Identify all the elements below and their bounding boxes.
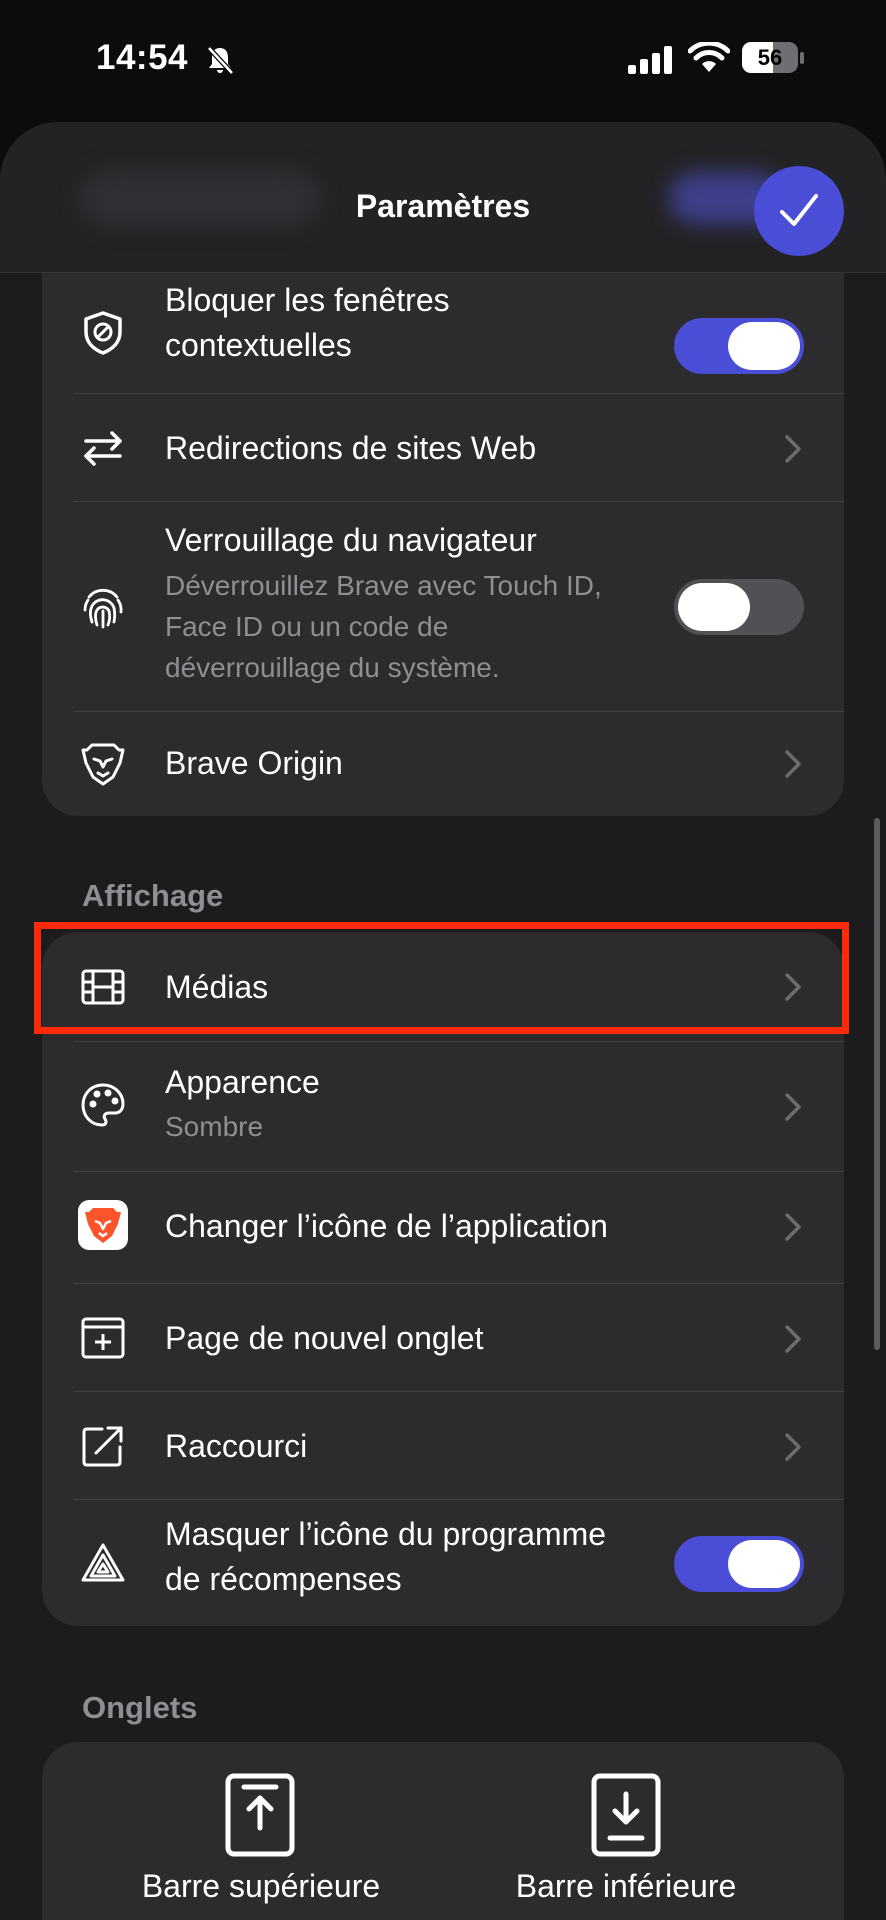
- bell-slash-icon: [207, 46, 234, 75]
- row-description-line2: Face ID ou un code de: [165, 611, 449, 642]
- row-label: Verrouillage du navigateur: [165, 522, 537, 558]
- chevron-right-icon: [785, 1093, 801, 1121]
- battery-level: 56: [757, 45, 783, 70]
- section-header-display: Affichage: [82, 878, 224, 913]
- brave-app-icon: [78, 1200, 128, 1250]
- page-title: Paramètres: [355, 188, 531, 224]
- row-media[interactable]: Médias: [42, 932, 844, 1042]
- row-label: Médias: [165, 969, 269, 1005]
- row-label: Page de nouvel onglet: [165, 1320, 484, 1356]
- option-top-bar-label: Barre supérieure: [141, 1868, 381, 1904]
- done-button[interactable]: [754, 166, 844, 256]
- wifi-icon: [688, 42, 730, 72]
- settings-screen: 14:54 56 Paramètres Bloquer les fenêtres…: [0, 0, 886, 1920]
- film-icon: [80, 964, 126, 1010]
- settings-sheet: Paramètres Bloquer les fenêtres contextu…: [0, 122, 886, 1920]
- brave-lion-icon: [80, 741, 126, 787]
- section-header-tabs: Onglets: [82, 1690, 198, 1725]
- fingerprint-icon: [80, 584, 126, 630]
- arrows-left-right-icon: [80, 425, 126, 471]
- chevron-right-icon: [785, 1433, 801, 1461]
- row-website-redirects[interactable]: Redirections de sites Web: [42, 394, 844, 502]
- option-bottom-bar-label: Barre inférieure: [515, 1868, 737, 1904]
- scroll-indicator[interactable]: [874, 818, 880, 1350]
- bottom-bar-icon: [591, 1773, 661, 1857]
- chevron-right-icon: [785, 1213, 801, 1241]
- battery-icon: 56: [742, 42, 806, 75]
- palette-icon: [80, 1082, 126, 1128]
- row-browser-lock[interactable]: Verrouillage du navigateur Déverrouillez…: [42, 502, 844, 712]
- rewards-triangle-icon: [80, 1540, 126, 1586]
- status-bar: 14:54 56: [0, 0, 886, 120]
- row-label: Raccourci: [165, 1428, 308, 1464]
- row-label: Bloquer les fenêtres: [165, 282, 450, 318]
- shield-block-icon: [80, 310, 126, 356]
- chevron-right-icon: [785, 1325, 801, 1353]
- row-block-popups[interactable]: Bloquer les fenêtres contextuelles: [42, 272, 844, 394]
- row-hide-rewards-icon[interactable]: Masquer l’icône du programme de récompen…: [42, 1500, 844, 1626]
- chevron-right-icon: [785, 750, 801, 778]
- top-bar-icon: [225, 1773, 295, 1857]
- row-appearance[interactable]: Apparence Sombre: [42, 1042, 844, 1172]
- row-description: Déverrouillez Brave avec Touch ID,: [165, 570, 602, 601]
- row-label-line2: contextuelles: [165, 327, 352, 363]
- row-brave-origin[interactable]: Brave Origin: [42, 712, 844, 816]
- row-new-tab-page[interactable]: Page de nouvel onglet: [42, 1284, 844, 1392]
- navigation-bar: Paramètres: [0, 122, 886, 273]
- row-label: Changer l’icône de l’application: [165, 1208, 608, 1244]
- row-label: Brave Origin: [165, 745, 343, 781]
- row-label: Masquer l’icône du programme: [165, 1516, 607, 1552]
- hide-rewards-toggle[interactable]: [674, 1536, 804, 1592]
- chevron-right-icon: [785, 435, 801, 463]
- row-label: Apparence: [165, 1064, 320, 1100]
- new-tab-plus-icon: [80, 1315, 126, 1361]
- external-arrow-icon: [80, 1423, 126, 1469]
- row-shortcut[interactable]: Raccourci: [42, 1392, 844, 1500]
- chevron-right-icon: [785, 973, 801, 1001]
- row-label-line2: de récompenses: [165, 1561, 402, 1597]
- display-settings-group: Médias Apparence Sombre Changer l’icône …: [42, 932, 844, 1626]
- row-app-icon[interactable]: Changer l’icône de l’application: [42, 1172, 844, 1284]
- row-description-line3: déverrouillage du système.: [165, 652, 500, 683]
- checkmark-icon: [780, 194, 818, 226]
- row-label: Redirections de sites Web: [165, 430, 537, 466]
- status-time: 14:54: [96, 38, 189, 77]
- cellular-signal-icon: [628, 46, 672, 74]
- row-description: Sombre: [165, 1111, 264, 1142]
- browser-lock-toggle[interactable]: [674, 579, 804, 635]
- block-popups-toggle[interactable]: [674, 318, 804, 374]
